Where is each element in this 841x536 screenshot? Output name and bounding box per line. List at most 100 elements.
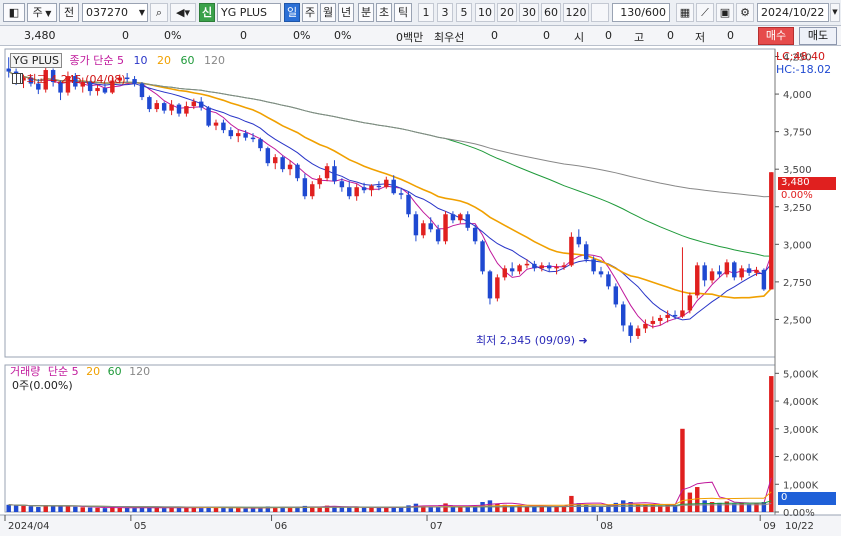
sell-button[interactable]: 매도 [799, 27, 837, 45]
calendar-icon[interactable]: ▼ [830, 3, 840, 22]
interval-30-button[interactable]: 30 [519, 3, 539, 22]
volume-tick-label: 3,000K [783, 425, 819, 436]
speaker-icon[interactable]: ◀▾ [170, 3, 196, 22]
bar-count-field[interactable]: 130/600 [612, 3, 670, 22]
period-month-tab[interactable]: 월 [320, 3, 336, 22]
interval-1-button[interactable]: 1 [418, 3, 434, 22]
price-change: 0 [122, 29, 129, 42]
candle-body [154, 103, 159, 110]
last-percent-tag: 0.00% [781, 190, 813, 201]
price-tick-label: 2,750 [783, 278, 812, 289]
volume-bar [532, 506, 537, 512]
chart-area[interactable]: 4,250 4,000 3,750 3,500 3,250 3,000 2,750 2,500… [0, 47, 841, 536]
volume-bar [161, 508, 167, 512]
stock-code-input[interactable]: 037270 ▼ [82, 3, 148, 22]
field4-percent: 0% [334, 29, 352, 42]
vma120-label: 120 [129, 365, 151, 378]
candle-body [524, 263, 530, 266]
period-minute-tab[interactable]: 분 [358, 3, 374, 22]
volume-bar [80, 507, 85, 512]
candle-body [472, 227, 478, 242]
buy-button[interactable]: 매수 [758, 27, 794, 45]
market-select[interactable]: 주 ▼ [27, 3, 57, 22]
lc-value: LC:48.40 [776, 50, 826, 63]
candle-body [754, 269, 759, 273]
grid-settings-icon[interactable]: ▦ [676, 3, 694, 22]
period-day-tab[interactable]: 일 [284, 3, 300, 22]
volume-bar [554, 506, 559, 512]
interval-60-button[interactable]: 60 [541, 3, 561, 22]
interval-120-button[interactable]: 120 [563, 3, 589, 22]
candle-body [665, 314, 670, 318]
candle-body [443, 214, 448, 242]
interval-10-button[interactable]: 10 [475, 3, 495, 22]
volume-bar [702, 500, 707, 512]
volume-bar [13, 505, 19, 512]
candle-body [746, 268, 752, 273]
trade-value: 0백만 [396, 31, 424, 44]
draw-line-icon[interactable]: ⟋ [696, 3, 714, 22]
hc-value: HC:-18.02 [776, 63, 832, 76]
candle-body [606, 274, 611, 287]
candle-body [339, 181, 345, 188]
candle-body [495, 277, 500, 299]
interval-3-button[interactable]: 3 [437, 3, 453, 22]
candle-body [324, 166, 330, 179]
interval-custom-input[interactable] [591, 3, 609, 22]
volume-bar [443, 503, 448, 512]
scope-button[interactable]: 전 [59, 3, 79, 22]
x-tick-label: 05 [134, 521, 147, 532]
settings-icon[interactable]: ⚙ [736, 3, 754, 22]
candle-body [628, 325, 633, 336]
date-field[interactable]: 2024/10/22 [757, 3, 829, 22]
x-last-label: 10/22 [785, 521, 814, 532]
candle-body [206, 107, 211, 126]
period-year-tab[interactable]: 년 [338, 3, 354, 22]
volume-bar [361, 507, 367, 512]
candle-body [435, 229, 441, 242]
volume-bar [117, 507, 122, 512]
candle-body [561, 265, 567, 267]
period-tick-tab[interactable]: 틱 [394, 3, 412, 22]
candle-body [161, 103, 167, 111]
field3-value: 0 [240, 29, 247, 42]
volume-bar [369, 507, 374, 512]
ma120-label: 120 [203, 54, 225, 67]
volume-panel-frame [4, 364, 776, 513]
candle-body [398, 193, 404, 195]
price-tick-label: 3,750 [783, 128, 812, 139]
search-icon[interactable]: ⌕ [150, 3, 168, 22]
volume-current-tag: 0 [778, 492, 836, 505]
candle-body [310, 184, 315, 197]
new-listing-badge: 신 [199, 3, 215, 22]
candle-body [569, 236, 574, 266]
candle-body [369, 185, 374, 191]
volume-bar [495, 503, 500, 512]
stock-name-field[interactable]: YG PLUS [217, 3, 281, 22]
low-note: 최저 2,345 (09/09) ➜ [476, 332, 588, 348]
volume-bar [250, 508, 256, 512]
candle-body [695, 265, 700, 296]
volume-bar [154, 507, 159, 512]
grid-icon[interactable] [12, 73, 23, 84]
interval-5-button[interactable]: 5 [456, 3, 472, 22]
period-second-tab[interactable]: 초 [376, 3, 392, 22]
current-price: 3,480 [24, 29, 56, 42]
interval-20-button[interactable]: 20 [497, 3, 517, 22]
x-tick-label: 08 [600, 521, 613, 532]
volume-bar [236, 507, 241, 512]
volume-bar [87, 507, 93, 512]
stock-chart-svg[interactable]: 4,2504,0003,7503,5003,2503,0002,7502,500… [0, 47, 841, 536]
ma10-label: 10 [133, 54, 148, 67]
volume-bar [95, 507, 100, 512]
candle-body [458, 214, 463, 221]
candle-body [302, 178, 308, 197]
save-icon[interactable]: ▣ [716, 3, 734, 22]
volume-bar [132, 508, 137, 512]
volume-bar [191, 507, 197, 512]
layout-icon[interactable]: ◧ [3, 3, 25, 22]
ma5-label: 5 [116, 54, 124, 67]
period-week-tab[interactable]: 주 [302, 3, 318, 22]
open-value: 0 [605, 29, 612, 42]
stock-name-legend[interactable]: YG PLUS [10, 53, 62, 68]
